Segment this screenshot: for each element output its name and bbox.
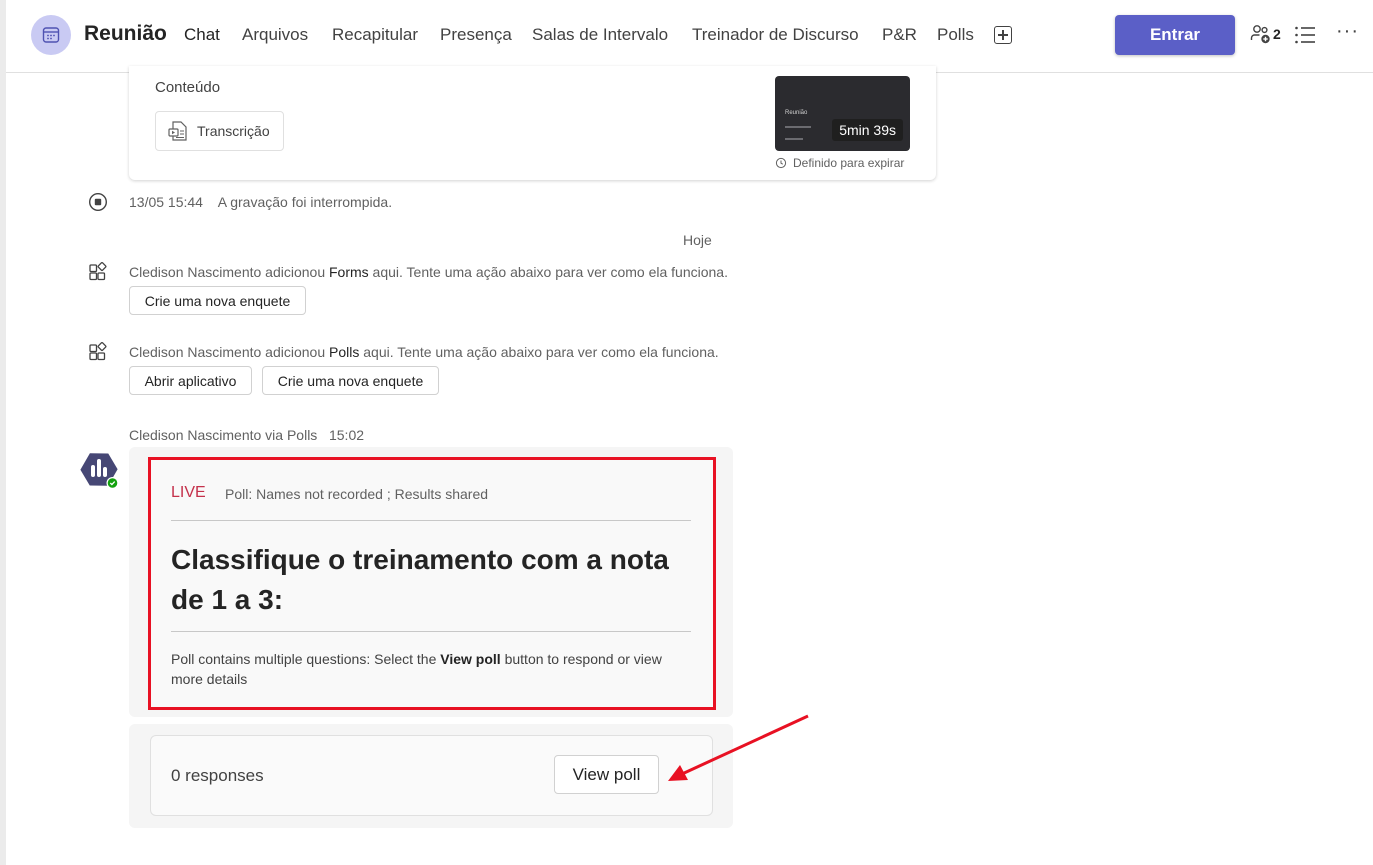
content-label: Conteúdo [155,79,221,96]
expire-label: Definido para expirar [793,156,905,170]
poll-question: Classifique o treinamento com a nota de … [171,544,669,615]
stop-recording-icon [88,192,108,217]
divider [171,520,691,521]
participants-button[interactable]: 2 [1250,23,1281,45]
poll-card: LIVE Poll: Names not recorded ; Results … [148,457,716,710]
live-badge: LIVE [171,484,206,501]
meeting-header: Reunião Chat Arquivos Recapitular Presen… [6,0,1373,73]
thumbnail-title: Reunião [785,110,808,116]
more-options-icon[interactable]: ··· [1336,20,1359,43]
add-tab-icon[interactable] [994,26,1012,44]
create-poll-button-forms[interactable]: Crie uma nova enquete [129,286,306,315]
polls-added-event: Cledison Nascimento adicionou Polls aqui… [129,344,719,360]
tab-treinador-de-discurso[interactable]: Treinador de Discurso [692,25,859,45]
tab-polls[interactable]: Polls [937,25,974,45]
response-count: 0 responses [171,766,264,785]
app-name: Polls [329,344,360,360]
transcript-label: Transcrição [197,123,270,139]
calendar-icon [31,15,71,55]
sender-name: Cledison Nascimento via Polls [129,427,318,443]
event-text: Cledison Nascimento adicionou [129,264,329,280]
recording-thumbnail[interactable]: Reunião 5min 39s [775,76,910,151]
message-sender: Cledison Nascimento via Polls 15:02 [129,427,364,443]
apps-icon [88,262,108,287]
thumbnail-line [785,138,803,140]
date-separator: Hoje [683,232,712,248]
people-add-icon [1250,25,1270,44]
tab-recapitular[interactable]: Recapitular [332,25,418,45]
polls-app-avatar[interactable] [79,450,121,497]
message-time: 15:02 [328,427,365,443]
poll-instructions: Poll contains multiple questions: Select… [171,649,681,689]
meeting-title: Reunião [84,22,167,45]
window-edge [0,0,6,865]
event-text: Cledison Nascimento adicionou [129,344,329,360]
clock-icon [775,157,787,169]
divider [171,631,691,632]
join-button[interactable]: Entrar [1115,15,1235,55]
tab-presenca[interactable]: Presença [440,25,512,45]
tab-p-and-r[interactable]: P&R [882,25,917,45]
recording-card: Conteúdo Transcrição Reunião 5min 39s De… [129,66,936,180]
event-text: A gravação foi interrompida. [217,194,393,210]
participants-count: 2 [1273,26,1281,42]
poll-footer-card: 0 responses View poll [150,735,713,816]
event-time: 13/05 15:44 [129,194,203,210]
poll-settings: Poll: Names not recorded ; Results share… [225,486,489,502]
event-text: aqui. Tente uma ação abaixo para ver com… [368,264,728,280]
expiration-note: Definido para expirar [775,156,904,170]
transcript-file-icon [168,121,187,141]
view-poll-button[interactable]: View poll [554,755,659,794]
note-text: Poll contains multiple questions: Select… [171,651,441,667]
annotation-arrow [668,714,809,781]
recording-duration: 5min 39s [832,119,903,141]
tab-salas-de-intervalo[interactable]: Salas de Intervalo [532,25,668,45]
list-icon[interactable] [1294,25,1316,50]
thumbnail-line [785,126,811,128]
tab-chat[interactable]: Chat [184,25,220,45]
tab-arquivos[interactable]: Arquivos [242,25,308,45]
event-text: aqui. Tente uma ação abaixo para ver com… [359,344,719,360]
open-app-button[interactable]: Abrir aplicativo [129,366,252,395]
forms-added-event: Cledison Nascimento adicionou Forms aqui… [129,264,728,280]
note-bold: View poll [440,651,501,667]
recording-stopped-event: 13/05 15:44 A gravação foi interrompida. [129,194,392,210]
transcript-button[interactable]: Transcrição [155,111,284,151]
app-name: Forms [329,264,369,280]
apps-icon [88,342,108,367]
create-poll-button-polls[interactable]: Crie uma nova enquete [262,366,439,395]
